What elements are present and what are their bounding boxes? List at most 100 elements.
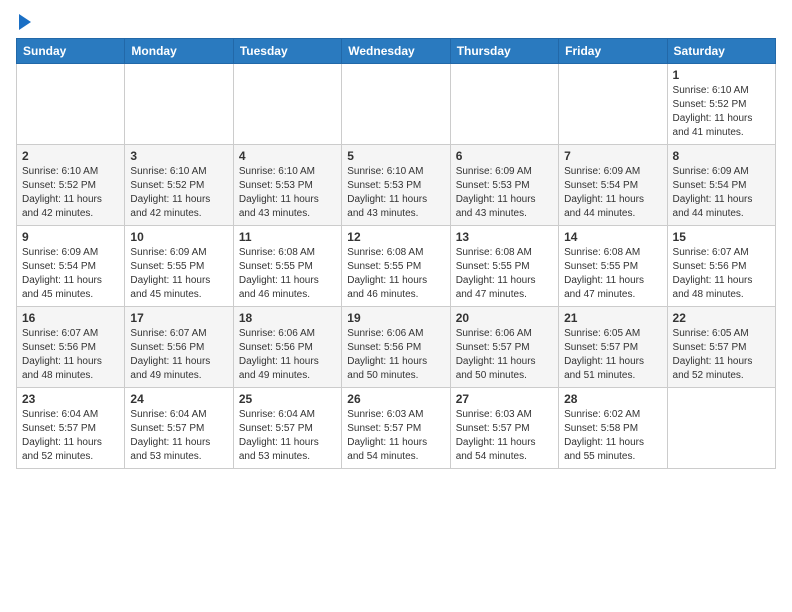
calendar-day-cell: 19 Sunrise: 6:06 AMSunset: 5:56 PMDayligh…: [342, 307, 450, 388]
day-number: 25: [239, 392, 336, 406]
day-of-week-header: Tuesday: [233, 39, 341, 64]
day-number: 5: [347, 149, 444, 163]
day-info: Sunrise: 6:09 AMSunset: 5:54 PMDaylight:…: [673, 165, 770, 221]
calendar-day-cell: 6Sunrise: 6:09 AMSunset: 5:53 PMDaylight…: [450, 145, 558, 226]
day-info: Sunrise: 6:04 AMSunset: 5:57 PMDaylight:…: [130, 408, 227, 464]
day-info: Sunrise: 6:07 AMSunset: 5:56 PMDaylight:…: [130, 327, 227, 383]
day-info: Sunrise: 6:03 AMSunset: 5:57 PMDaylight:…: [347, 408, 444, 464]
day-number: 19: [347, 311, 444, 325]
calendar-day-cell: 7 Sunrise: 6:09 AMSunset: 5:54 PMDaylight…: [559, 145, 667, 226]
day-number: 2: [22, 149, 119, 163]
calendar-day-cell: 5 Sunrise: 6:10 AMSunset: 5:53 PMDaylight…: [342, 145, 450, 226]
day-info: Sunrise: 6:04 AMSunset: 5:57 PMDaylight:…: [22, 408, 119, 464]
day-number: 15: [673, 230, 770, 244]
day-number: 18: [239, 311, 336, 325]
day-info: Sunrise: 6:08 AMSunset: 5:55 PMDaylight:…: [456, 246, 553, 302]
day-number: 24: [130, 392, 227, 406]
day-number: 26: [347, 392, 444, 406]
day-info: Sunrise: 6:09 AMSunset: 5:54 PMDaylight:…: [564, 165, 661, 221]
calendar-day-cell: [667, 388, 775, 469]
day-info: Sunrise: 6:07 AMSunset: 5:56 PMDaylight:…: [673, 246, 770, 302]
day-info: Sunrise: 6:02 AMSunset: 5:58 PMDaylight:…: [564, 408, 661, 464]
day-info: Sunrise: 6:10 AMSunset: 5:52 PMDaylight:…: [22, 165, 119, 221]
calendar-day-cell: [559, 64, 667, 145]
day-info: Sunrise: 6:05 AMSunset: 5:57 PMDaylight:…: [673, 327, 770, 383]
calendar-day-cell: 23 Sunrise: 6:04 AMSunset: 5:57 PMDayligh…: [17, 388, 125, 469]
page-header: [16, 16, 776, 30]
calendar-day-cell: 21 Sunrise: 6:05 AMSunset: 5:57 PMDayligh…: [559, 307, 667, 388]
calendar-day-cell: 8 Sunrise: 6:09 AMSunset: 5:54 PMDaylight…: [667, 145, 775, 226]
day-number: 12: [347, 230, 444, 244]
day-number: 9: [22, 230, 119, 244]
day-info: Sunrise: 6:06 AMSunset: 5:56 PMDaylight:…: [347, 327, 444, 383]
calendar-day-cell: 26 Sunrise: 6:03 AMSunset: 5:57 PMDayligh…: [342, 388, 450, 469]
calendar-day-cell: 27 Sunrise: 6:03 AMSunset: 5:57 PMDayligh…: [450, 388, 558, 469]
day-info: Sunrise: 6:04 AMSunset: 5:57 PMDaylight:…: [239, 408, 336, 464]
day-info: Sunrise: 6:08 AMSunset: 5:55 PMDaylight:…: [239, 246, 336, 302]
day-of-week-header: Thursday: [450, 39, 558, 64]
calendar-week-row: 16 Sunrise: 6:07 AMSunset: 5:56 PMDayligh…: [17, 307, 776, 388]
logo-arrow-icon: [19, 14, 31, 30]
day-number: 8: [673, 149, 770, 163]
day-number: 23: [22, 392, 119, 406]
day-number: 7: [564, 149, 661, 163]
calendar-day-cell: 17 Sunrise: 6:07 AMSunset: 5:56 PMDayligh…: [125, 307, 233, 388]
day-info: Sunrise: 6:09 AMSunset: 5:55 PMDaylight:…: [130, 246, 227, 302]
day-info: Sunrise: 6:09 AMSunset: 5:54 PMDaylight:…: [22, 246, 119, 302]
day-number: 10: [130, 230, 227, 244]
day-of-week-header: Wednesday: [342, 39, 450, 64]
day-info: Sunrise: 6:03 AMSunset: 5:57 PMDaylight:…: [456, 408, 553, 464]
day-number: 6: [456, 149, 553, 163]
day-number: 28: [564, 392, 661, 406]
calendar-day-cell: [342, 64, 450, 145]
day-number: 11: [239, 230, 336, 244]
day-number: 17: [130, 311, 227, 325]
calendar-day-cell: 24 Sunrise: 6:04 AMSunset: 5:57 PMDayligh…: [125, 388, 233, 469]
day-number: 16: [22, 311, 119, 325]
calendar-day-cell: 9 Sunrise: 6:09 AMSunset: 5:54 PMDaylight…: [17, 226, 125, 307]
day-number: 21: [564, 311, 661, 325]
day-info: Sunrise: 6:08 AMSunset: 5:55 PMDaylight:…: [347, 246, 444, 302]
day-info: Sunrise: 6:06 AMSunset: 5:56 PMDaylight:…: [239, 327, 336, 383]
calendar-week-row: 1 Sunrise: 6:10 AMSunset: 5:52 PMDaylight…: [17, 64, 776, 145]
calendar-day-cell: 12 Sunrise: 6:08 AMSunset: 5:55 PMDayligh…: [342, 226, 450, 307]
calendar-header-row: SundayMondayTuesdayWednesdayThursdayFrid…: [17, 39, 776, 64]
day-info: Sunrise: 6:10 AMSunset: 5:52 PMDaylight:…: [673, 84, 770, 140]
calendar-week-row: 2 Sunrise: 6:10 AMSunset: 5:52 PMDaylight…: [17, 145, 776, 226]
calendar-day-cell: 15 Sunrise: 6:07 AMSunset: 5:56 PMDayligh…: [667, 226, 775, 307]
calendar-day-cell: [233, 64, 341, 145]
day-number: 3: [130, 149, 227, 163]
calendar-day-cell: [450, 64, 558, 145]
day-number: 27: [456, 392, 553, 406]
day-of-week-header: Saturday: [667, 39, 775, 64]
day-info: Sunrise: 6:10 AMSunset: 5:53 PMDaylight:…: [347, 165, 444, 221]
day-number: 13: [456, 230, 553, 244]
day-info: Sunrise: 6:06 AMSunset: 5:57 PMDaylight:…: [456, 327, 553, 383]
calendar-day-cell: 28 Sunrise: 6:02 AMSunset: 5:58 PMDayligh…: [559, 388, 667, 469]
calendar-day-cell: 25 Sunrise: 6:04 AMSunset: 5:57 PMDayligh…: [233, 388, 341, 469]
calendar-table: SundayMondayTuesdayWednesdayThursdayFrid…: [16, 38, 776, 469]
calendar-day-cell: 18 Sunrise: 6:06 AMSunset: 5:56 PMDayligh…: [233, 307, 341, 388]
calendar-day-cell: [17, 64, 125, 145]
calendar-day-cell: 13 Sunrise: 6:08 AMSunset: 5:55 PMDayligh…: [450, 226, 558, 307]
calendar-day-cell: 4 Sunrise: 6:10 AMSunset: 5:53 PMDaylight…: [233, 145, 341, 226]
day-number: 20: [456, 311, 553, 325]
day-number: 4: [239, 149, 336, 163]
calendar-week-row: 9 Sunrise: 6:09 AMSunset: 5:54 PMDaylight…: [17, 226, 776, 307]
day-info: Sunrise: 6:10 AMSunset: 5:53 PMDaylight:…: [239, 165, 336, 221]
day-of-week-header: Sunday: [17, 39, 125, 64]
calendar-day-cell: 3 Sunrise: 6:10 AMSunset: 5:52 PMDaylight…: [125, 145, 233, 226]
day-info: Sunrise: 6:10 AMSunset: 5:52 PMDaylight:…: [130, 165, 227, 221]
logo: [16, 16, 31, 30]
calendar-day-cell: 16 Sunrise: 6:07 AMSunset: 5:56 PMDayligh…: [17, 307, 125, 388]
calendar-day-cell: 14 Sunrise: 6:08 AMSunset: 5:55 PMDayligh…: [559, 226, 667, 307]
day-info: Sunrise: 6:08 AMSunset: 5:55 PMDaylight:…: [564, 246, 661, 302]
day-info: Sunrise: 6:07 AMSunset: 5:56 PMDaylight:…: [22, 327, 119, 383]
calendar-day-cell: 2 Sunrise: 6:10 AMSunset: 5:52 PMDaylight…: [17, 145, 125, 226]
day-info: Sunrise: 6:05 AMSunset: 5:57 PMDaylight:…: [564, 327, 661, 383]
calendar-day-cell: 22Sunrise: 6:05 AMSunset: 5:57 PMDayligh…: [667, 307, 775, 388]
day-number: 1: [673, 68, 770, 82]
day-number: 14: [564, 230, 661, 244]
calendar-day-cell: 1 Sunrise: 6:10 AMSunset: 5:52 PMDaylight…: [667, 64, 775, 145]
calendar-week-row: 23 Sunrise: 6:04 AMSunset: 5:57 PMDayligh…: [17, 388, 776, 469]
